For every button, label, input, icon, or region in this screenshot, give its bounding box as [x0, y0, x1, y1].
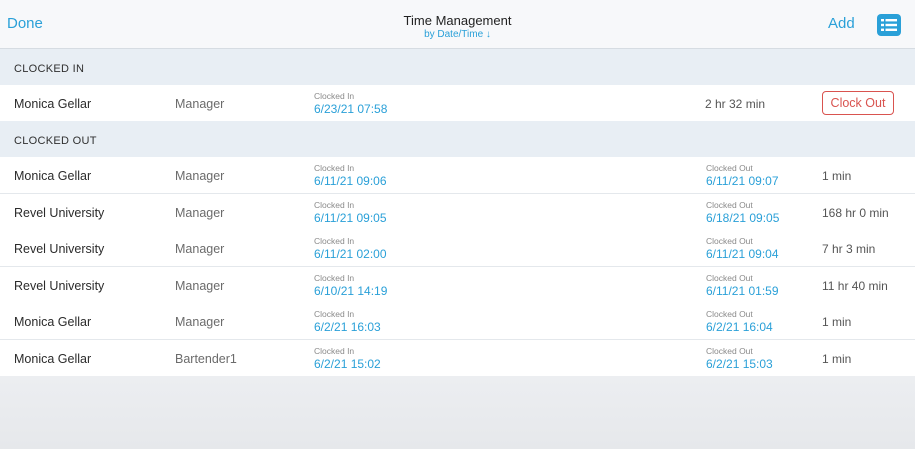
add-button[interactable]: Add	[828, 15, 855, 32]
table-row[interactable]: Monica Gellar Bartender1 Clocked In 6/2/…	[0, 340, 915, 377]
clocked-in-time: 6/11/21 09:05	[314, 211, 387, 225]
table-row[interactable]: Revel University Manager Clocked In 6/11…	[0, 230, 915, 267]
employee-role: Manager	[175, 97, 225, 111]
page-title: Time Management	[403, 13, 512, 28]
duration: 2 hr 32 min	[705, 97, 766, 111]
employee-name: Revel University	[14, 206, 105, 220]
clocked-in-label: Clocked In	[314, 200, 355, 210]
clock-out-button[interactable]: Clock Out	[822, 91, 894, 115]
clocked-out-time: 6/2/21 15:03	[706, 357, 773, 371]
navigation-bar: Done Time Management by Date/Time ↓ Add	[0, 0, 915, 49]
clocked-out-label: Clocked Out	[706, 236, 753, 246]
table-row[interactable]: Monica Gellar Manager Clocked In 6/23/21…	[0, 85, 915, 122]
clocked-out-label: Clocked Out	[706, 200, 753, 210]
employee-role: Manager	[175, 279, 225, 293]
duration: 1 min	[822, 352, 852, 366]
clocked-in-label: Clocked In	[314, 346, 355, 356]
table-row[interactable]: Monica Gellar Manager Clocked In 6/11/21…	[0, 157, 915, 194]
clocked-out-time: 6/11/21 01:59	[706, 284, 779, 298]
employee-name: Revel University	[14, 279, 105, 293]
clocked-out-label: Clocked Out	[706, 346, 753, 356]
clocked-in-time: 6/2/21 15:02	[314, 357, 381, 371]
clocked-in-time: 6/10/21 14:19	[314, 284, 388, 298]
clocked-in-time: 6/11/21 09:06	[314, 174, 387, 188]
clocked-in-label: Clocked In	[314, 236, 355, 246]
sort-selector[interactable]: by Date/Time ↓	[0, 29, 915, 40]
clocked-in-label: Clocked In	[314, 163, 355, 173]
list-icon	[881, 19, 897, 31]
table-row[interactable]: Revel University Manager Clocked In 6/10…	[0, 267, 915, 304]
section-header-clocked-in: CLOCKED IN	[0, 49, 915, 85]
section-header-clocked-out: CLOCKED OUT	[0, 121, 915, 157]
duration: 11 hr 40 min	[822, 279, 888, 293]
table-row[interactable]: Monica Gellar Manager Clocked In 6/2/21 …	[0, 303, 915, 340]
employee-name: Monica Gellar	[14, 169, 92, 183]
employee-role: Bartender1	[175, 352, 237, 366]
table-row[interactable]: Revel University Manager Clocked In 6/11…	[0, 194, 915, 231]
duration: 1 min	[822, 169, 852, 183]
clocked-in-time: 6/23/21 07:58	[314, 102, 388, 116]
section-title: CLOCKED OUT	[14, 135, 97, 147]
clocked-in-label: Clocked In	[314, 273, 355, 283]
clocked-in-time: 6/2/21 16:03	[314, 320, 381, 334]
clocked-out-time: 6/11/21 09:04	[706, 247, 779, 261]
clocked-in-time: 6/11/21 02:00	[314, 247, 387, 261]
duration: 7 hr 3 min	[822, 242, 876, 256]
employee-name: Monica Gellar	[14, 315, 92, 329]
empty-area	[0, 376, 915, 449]
clocked-in-label: Clocked In	[314, 309, 355, 319]
section-title: CLOCKED IN	[14, 63, 85, 75]
title-block: Time Management by Date/Time ↓	[0, 13, 915, 40]
duration: 1 min	[822, 315, 852, 329]
list-view-button[interactable]	[877, 14, 901, 36]
employee-name: Monica Gellar	[14, 97, 92, 111]
employee-role: Manager	[175, 206, 225, 220]
duration: 168 hr 0 min	[822, 206, 889, 220]
clocked-in-label: Clocked In	[314, 91, 355, 101]
clocked-out-label: Clocked Out	[706, 163, 753, 173]
clocked-out-label: Clocked Out	[706, 309, 753, 319]
employee-name: Monica Gellar	[14, 352, 92, 366]
clocked-out-label: Clocked Out	[706, 273, 753, 283]
clocked-out-time: 6/18/21 09:05	[706, 211, 780, 225]
employee-name: Revel University	[14, 242, 105, 256]
clocked-out-time: 6/2/21 16:04	[706, 320, 773, 334]
employee-role: Manager	[175, 242, 225, 256]
clocked-out-time: 6/11/21 09:07	[706, 174, 779, 188]
employee-role: Manager	[175, 169, 225, 183]
employee-role: Manager	[175, 315, 225, 329]
